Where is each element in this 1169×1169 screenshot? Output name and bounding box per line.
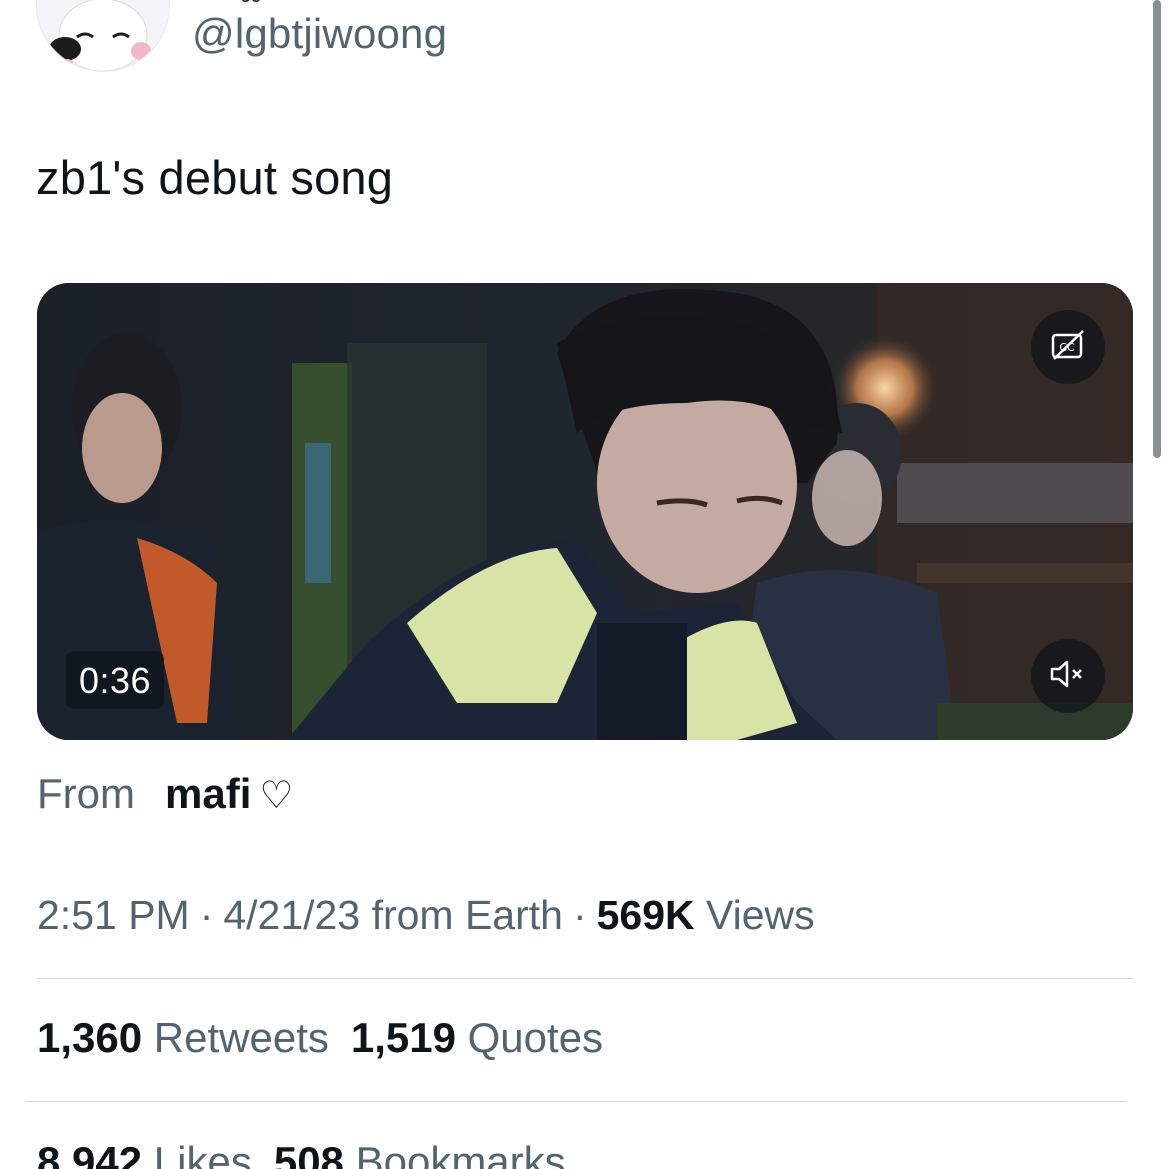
display-name-fragment: ꕤ [240, 0, 274, 2]
likes-label: Likes [153, 1138, 252, 1169]
quotes-label: Quotes [467, 1014, 604, 1061]
separator: · [199, 892, 214, 938]
tweet-client: from Earth [371, 892, 563, 938]
source-name-link[interactable]: mafi [165, 770, 251, 817]
video-frame [37, 283, 1133, 740]
engagement-stats-row: 8,942 Likes 508 Bookmarks [37, 1138, 566, 1169]
heart-symbol: ♡ [259, 775, 294, 817]
retweets-label: Retweets [153, 1014, 329, 1061]
tweet-text: zb1's debut song [36, 151, 394, 204]
tweet-detail-page: ꕤ @lgbtjiwoong zb1's debut song [0, 0, 1169, 1169]
tweet-time[interactable]: 2:51 PM [37, 892, 190, 938]
views-label: Views [706, 892, 815, 938]
quotes-link[interactable]: 1,519 Quotes [351, 1014, 603, 1061]
likes-link[interactable]: 8,942 Likes [37, 1138, 252, 1169]
video-duration: 0:36 [66, 651, 165, 709]
views-count: 569K [596, 892, 695, 938]
video-player[interactable]: CC 0:36 [37, 283, 1133, 740]
video-source: From mafi ♡ [37, 770, 293, 818]
avatar-illustration [37, 0, 169, 71]
tweet-date[interactable]: 4/21/23 [223, 892, 360, 938]
mute-button[interactable] [1031, 639, 1105, 713]
retweets-count: 1,360 [37, 1014, 143, 1061]
user-handle[interactable]: @lgbtjiwoong [192, 10, 447, 58]
engagement-stats-row: 1,360 Retweets 1,519 Quotes [37, 1014, 603, 1062]
cc-icon: CC [1050, 329, 1086, 366]
from-label: From [37, 770, 135, 817]
captions-button[interactable]: CC [1031, 310, 1105, 384]
avatar[interactable] [36, 0, 170, 72]
speaker-muted-icon [1049, 658, 1087, 695]
bookmarks-label: Bookmarks [355, 1138, 566, 1169]
divider [26, 1101, 1126, 1102]
tweet-meta: 2:51 PM · 4/21/23 from Earth · 569K Views [37, 892, 815, 939]
bookmarks-count: 508 [273, 1138, 344, 1169]
scrollbar[interactable] [1153, 0, 1161, 458]
separator: · [572, 892, 587, 938]
divider [37, 978, 1133, 979]
bookmarks-link[interactable]: 508 Bookmarks [274, 1138, 566, 1169]
likes-count: 8,942 [37, 1138, 143, 1169]
retweets-link[interactable]: 1,360 Retweets [37, 1014, 329, 1061]
quotes-count: 1,519 [350, 1014, 456, 1061]
